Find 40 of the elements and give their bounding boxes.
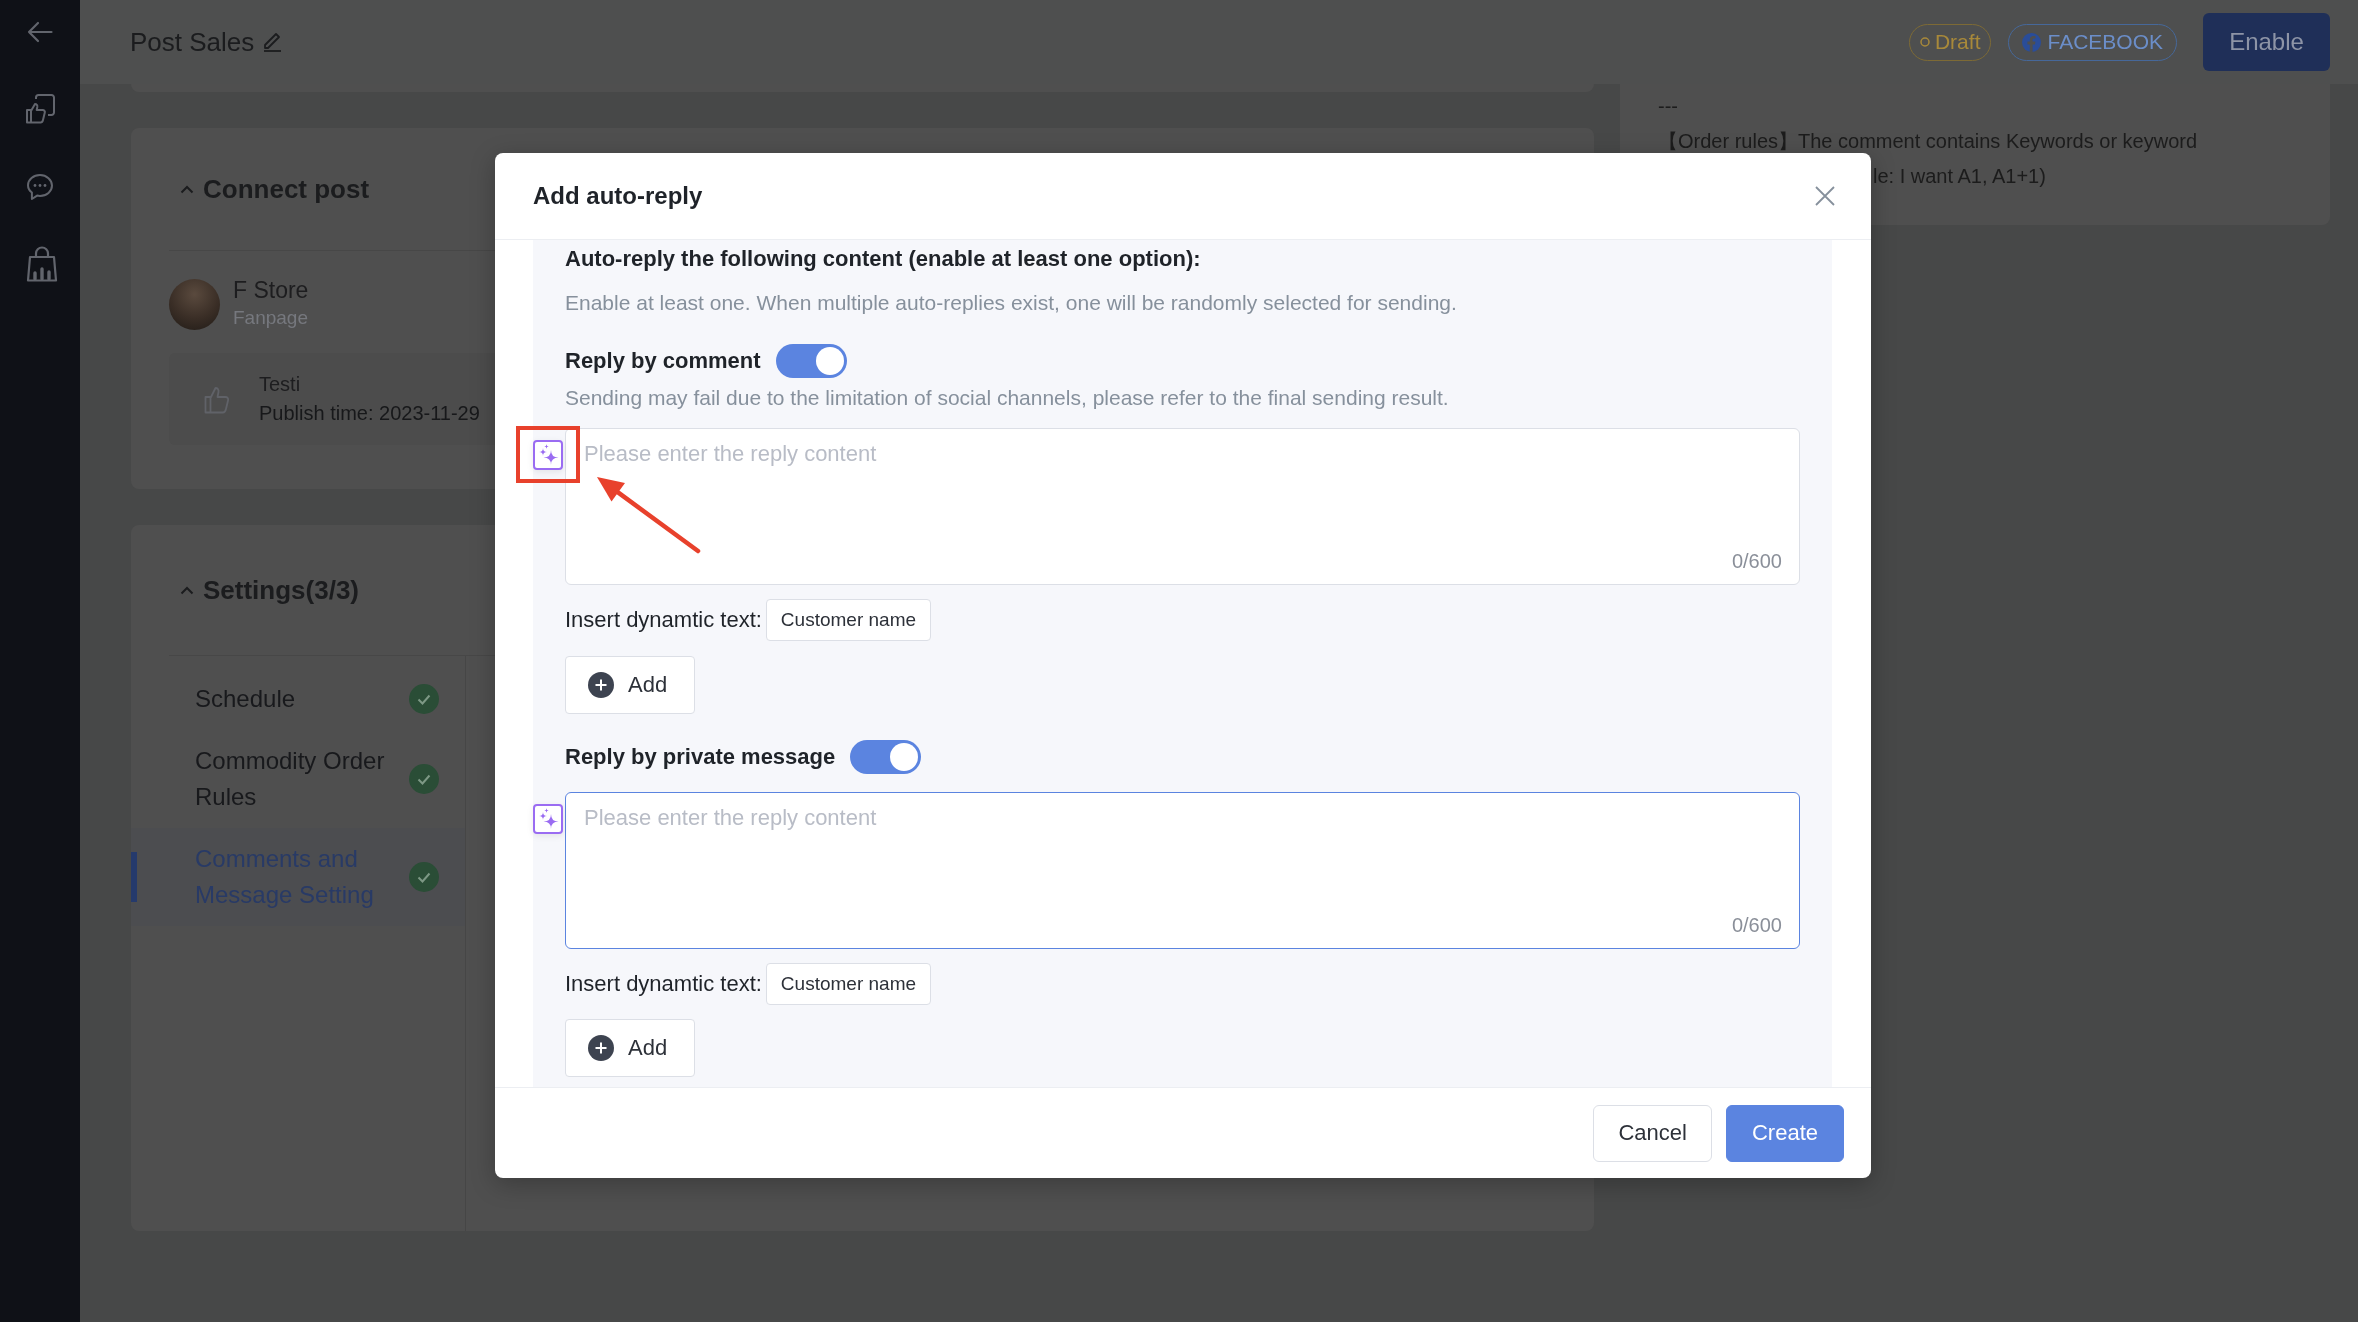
form-hint: Enable at least one. When multiple auto-replies exist, one will be randomly selected for sending. [565, 290, 1457, 316]
rules-note-line: --- [1658, 94, 1678, 119]
primary-button[interactable]: Create [1725, 1104, 1844, 1162]
plus-circle-icon [588, 672, 614, 698]
thumbs-up-icon [204, 384, 232, 414]
thumbs-up-square-icon[interactable] [25, 94, 55, 124]
option-note: Sending may fail due to the limitation of social channels, please refer to the final sending result. [565, 385, 1449, 411]
caret-icon[interactable] [180, 585, 194, 595]
toggle-switch[interactable] [850, 740, 922, 774]
avatar [169, 278, 220, 330]
add-button[interactable]: Add [565, 1019, 695, 1077]
character-counter: 0/600 [1731, 913, 1782, 937]
active-indicator [131, 852, 137, 902]
character-counter: 0/600 [1731, 549, 1782, 573]
option-label: Reply by comment [565, 348, 761, 374]
dialog-title: Add auto-reply [533, 182, 703, 210]
sparkle-icon[interactable] [533, 804, 563, 834]
caret-icon[interactable] [180, 184, 194, 194]
enable-button[interactable]: Enable [2203, 13, 2330, 71]
option-label: Reply by private message [565, 744, 836, 770]
nav-label: Schedule [195, 684, 297, 714]
nav-label: Commodity Order Rules [195, 746, 386, 812]
plus-circle-icon [588, 1035, 614, 1061]
dynamic-text-label: Insert dynamtic text: [565, 971, 762, 997]
dynamic-text-chip[interactable]: Customer name [765, 599, 932, 641]
ring-icon [1919, 37, 1930, 47]
add-button[interactable]: Add [565, 656, 695, 714]
dynamic-text-chip[interactable]: Customer name [765, 963, 932, 1005]
sparkle-icon[interactable] [533, 440, 563, 470]
channel-text: FACEBOOK [2047, 30, 2163, 54]
facebook-logo-icon [2022, 32, 2042, 52]
chat-bubble-icon[interactable] [26, 173, 54, 201]
back-arrow-icon[interactable] [27, 21, 53, 43]
toggle-switch[interactable] [775, 344, 847, 378]
secondary-button[interactable]: Cancel [1593, 1104, 1712, 1162]
shopping-bag-icon[interactable] [25, 246, 59, 282]
close-icon[interactable] [1815, 186, 1835, 206]
form-heading: Auto-reply the following content (enable at least one option): [565, 245, 1201, 273]
dynamic-text-label: Insert dynamtic text: [565, 607, 762, 633]
status-text: Draft [1934, 30, 1981, 54]
